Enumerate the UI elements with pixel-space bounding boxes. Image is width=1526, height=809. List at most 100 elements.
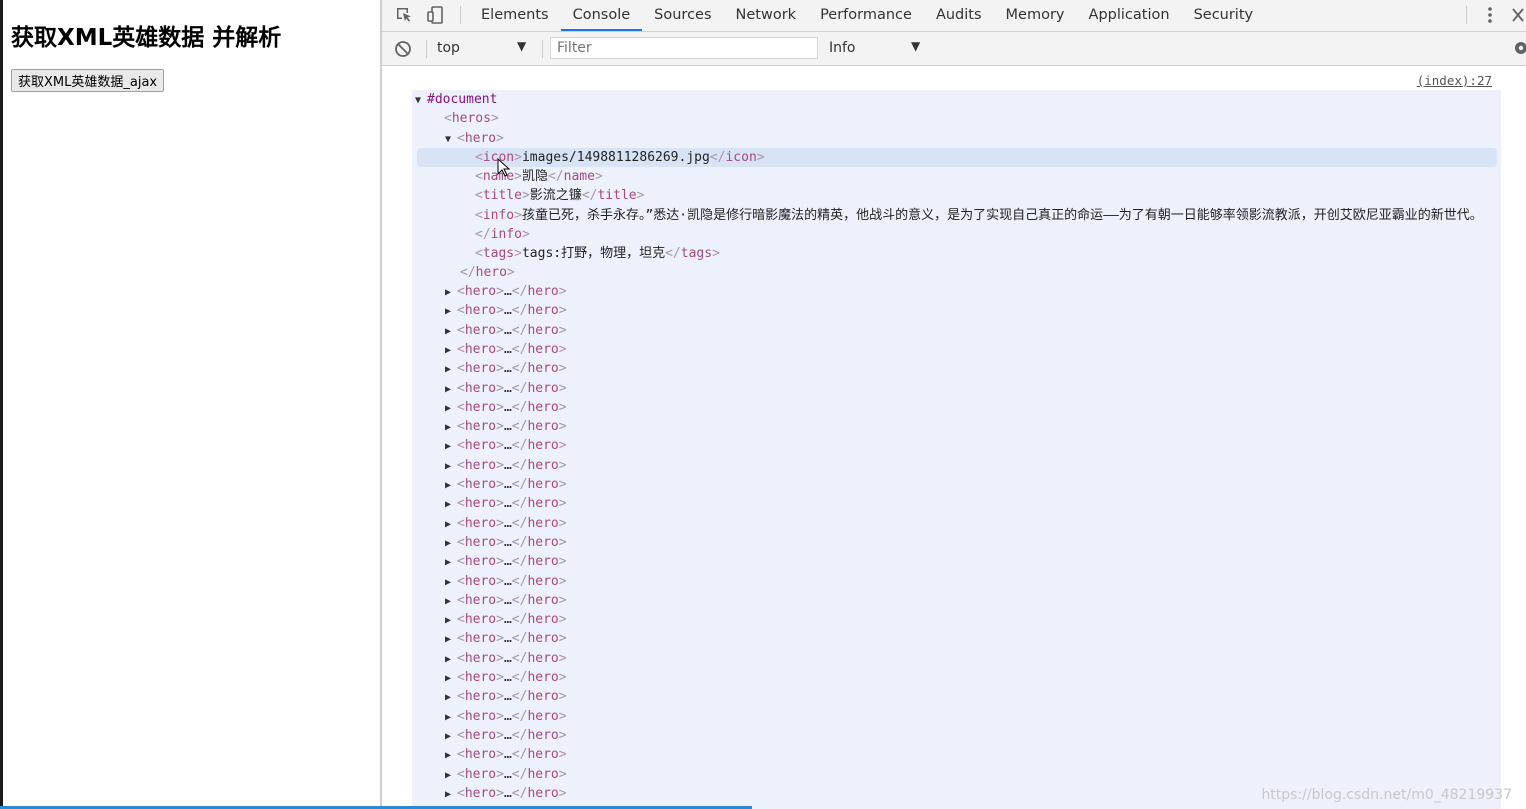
triangle-collapsed-icon[interactable]: ▶ <box>445 573 457 592</box>
hero-collapsed-node[interactable]: ▶ <hero>…</hero> <box>445 745 567 764</box>
hero-collapsed-node[interactable]: ▶ <hero>…</hero> <box>445 726 567 745</box>
hero-collapsed-node[interactable]: ▶ <hero>…</hero> <box>445 475 567 494</box>
hero-collapsed-node[interactable]: ▶ <hero>…</hero> <box>445 417 567 436</box>
hero-collapsed-node[interactable]: ▶ <hero>…</hero> <box>445 533 567 552</box>
toolbar-separator <box>426 40 427 58</box>
triangle-collapsed-icon[interactable]: ▶ <box>445 322 457 341</box>
triangle-collapsed-icon[interactable]: ▶ <box>445 688 457 707</box>
chevron-down-icon[interactable]: ▼ <box>517 39 526 53</box>
page-viewport: 获取XML英雄数据 并解析 获取XML英雄数据_ajax <box>3 0 380 809</box>
hero-collapsed-node[interactable]: ▶ <hero>…</hero> <box>445 572 567 591</box>
close-devtools-icon[interactable] <box>1510 5 1526 25</box>
devtools-tabs: Elements Console Sources Network Perform… <box>469 0 1265 31</box>
tab-security[interactable]: Security <box>1182 0 1266 31</box>
chevron-down-icon[interactable]: ▼ <box>911 39 920 53</box>
hero-collapsed-node[interactable]: ▶ <hero>…</hero> <box>445 610 567 629</box>
hero-collapsed-node[interactable]: ▶ <hero>…</hero> <box>445 321 567 340</box>
page-heading: 获取XML英雄数据 并解析 <box>11 25 282 51</box>
triangle-collapsed-icon[interactable]: ▶ <box>445 515 457 534</box>
inspect-element-icon[interactable] <box>394 5 414 25</box>
devtools-tabbar: Elements Console Sources Network Perform… <box>382 0 1526 32</box>
context-selector[interactable]: top <box>437 40 460 56</box>
hero-collapsed-node[interactable]: ▶ <hero>…</hero> <box>445 340 567 359</box>
tab-application[interactable]: Application <box>1077 0 1182 31</box>
hero-open-tag[interactable]: ▼ <hero> <box>445 129 504 148</box>
heros-open-tag[interactable]: <heros> <box>444 109 499 128</box>
source-link[interactable]: (index):27 <box>1417 73 1492 88</box>
console-filter-input[interactable] <box>550 37 818 59</box>
triangle-collapsed-icon[interactable]: ▶ <box>445 611 457 630</box>
triangle-collapsed-icon[interactable]: ▶ <box>445 534 457 553</box>
devtools-panel: Elements Console Sources Network Perform… <box>382 0 1526 809</box>
triangle-collapsed-icon[interactable]: ▶ <box>445 283 457 302</box>
xml-document-tree: ▼ #document <heros> ▼ <hero> <icon>images/… <box>412 90 1501 809</box>
tab-console[interactable]: Console <box>560 0 643 31</box>
triangle-collapsed-icon[interactable]: ▶ <box>445 360 457 379</box>
hero-collapsed-node[interactable]: ▶ <hero>…</hero> <box>445 649 567 668</box>
triangle-collapsed-icon[interactable]: ▶ <box>445 457 457 476</box>
clear-console-icon[interactable] <box>394 40 412 58</box>
triangle-collapsed-icon[interactable]: ▶ <box>445 399 457 418</box>
icon-node[interactable]: <icon>images/1498811286269.jpg</icon> <box>417 148 1497 167</box>
triangle-collapsed-icon[interactable]: ▶ <box>445 553 457 572</box>
hero-collapsed-node[interactable]: ▶ <hero>…</hero> <box>445 379 567 398</box>
tab-network[interactable]: Network <box>724 0 809 31</box>
device-toolbar-icon[interactable] <box>426 5 446 25</box>
hero-close-tag[interactable]: </hero> <box>460 263 515 282</box>
triangle-expanded-icon[interactable]: ▼ <box>415 91 427 110</box>
document-node[interactable]: ▼ #document <box>415 90 497 109</box>
triangle-collapsed-icon[interactable]: ▶ <box>445 437 457 456</box>
name-node[interactable]: <name>凯隐</name> <box>475 167 603 186</box>
hero-collapsed-node[interactable]: ▶ <hero>…</hero> <box>445 436 567 455</box>
hero-collapsed-node[interactable]: ▶ <hero>…</hero> <box>445 494 567 513</box>
gear-icon[interactable] <box>1510 40 1526 56</box>
triangle-collapsed-icon[interactable]: ▶ <box>445 669 457 688</box>
tab-performance[interactable]: Performance <box>808 0 924 31</box>
hero-collapsed-node[interactable]: ▶ <hero>…</hero> <box>445 707 567 726</box>
hero-collapsed-node[interactable]: ▶ <hero>…</hero> <box>445 282 567 301</box>
triangle-collapsed-icon[interactable]: ▶ <box>445 476 457 495</box>
hero-collapsed-node[interactable]: ▶ <hero>…</hero> <box>445 301 567 320</box>
triangle-collapsed-icon[interactable]: ▶ <box>445 380 457 399</box>
triangle-collapsed-icon[interactable]: ▶ <box>445 746 457 765</box>
triangle-collapsed-icon[interactable]: ▶ <box>445 418 457 437</box>
hero-collapsed-node[interactable]: ▶ <hero>…</hero> <box>445 784 567 803</box>
mouse-cursor-icon <box>497 158 511 177</box>
info-node[interactable]: <info>孩童已死，杀手永存。”悉达·凯隐是修行暗影魔法的精英，他战斗的意义，… <box>475 206 1493 244</box>
hero-collapsed-node[interactable]: ▶ <hero>…</hero> <box>445 514 567 533</box>
title-value: 影流之镰 <box>529 188 582 203</box>
triangle-collapsed-icon[interactable]: ▶ <box>445 630 457 649</box>
triangle-collapsed-icon[interactable]: ▶ <box>445 650 457 669</box>
hero-collapsed-node[interactable]: ▶ <hero>…</hero> <box>445 552 567 571</box>
tab-audits[interactable]: Audits <box>924 0 994 31</box>
triangle-collapsed-icon[interactable]: ▶ <box>445 495 457 514</box>
triangle-collapsed-icon[interactable]: ▶ <box>445 341 457 360</box>
triangle-collapsed-icon[interactable]: ▶ <box>445 766 457 785</box>
console-output: (index):27 ▼ #document <heros> ▼ <hero> <i… <box>382 66 1526 809</box>
triangle-collapsed-icon[interactable]: ▶ <box>445 785 457 804</box>
triangle-collapsed-icon[interactable]: ▶ <box>445 302 457 321</box>
tags-value: tags:打野，物理，坦克 <box>521 246 666 261</box>
tags-node[interactable]: <tags>tags:打野，物理，坦克</tags> <box>475 244 720 263</box>
hero-collapsed-node[interactable]: ▶ <hero>…</hero> <box>445 456 567 475</box>
tab-elements[interactable]: Elements <box>469 0 561 31</box>
log-level-selector[interactable]: Info <box>829 40 856 56</box>
tab-sources[interactable]: Sources <box>642 0 723 31</box>
triangle-expanded-icon[interactable]: ▼ <box>445 130 457 149</box>
triangle-collapsed-icon[interactable]: ▶ <box>445 708 457 727</box>
hero-collapsed-node[interactable]: ▶ <hero>…</hero> <box>445 359 567 378</box>
hero-collapsed-node[interactable]: ▶ <hero>…</hero> <box>445 765 567 784</box>
hero-collapsed-node[interactable]: ▶ <hero>…</hero> <box>445 668 567 687</box>
icon-value: images/1498811286269.jpg <box>521 150 710 165</box>
hero-collapsed-node[interactable]: ▶ <hero>…</hero> <box>445 398 567 417</box>
hero-collapsed-node[interactable]: ▶ <hero>…</hero> <box>445 687 567 706</box>
more-options-icon[interactable] <box>1480 5 1500 25</box>
hero-collapsed-node[interactable]: ▶ <hero>…</hero> <box>445 591 567 610</box>
toolbar-separator <box>460 6 461 24</box>
triangle-collapsed-icon[interactable]: ▶ <box>445 727 457 746</box>
tab-memory[interactable]: Memory <box>994 0 1077 31</box>
hero-collapsed-node[interactable]: ▶ <hero>…</hero> <box>445 629 567 648</box>
title-node[interactable]: <title>影流之镰</title> <box>475 186 644 205</box>
fetch-xml-button[interactable]: 获取XML英雄数据_ajax <box>11 69 165 92</box>
triangle-collapsed-icon[interactable]: ▶ <box>445 592 457 611</box>
